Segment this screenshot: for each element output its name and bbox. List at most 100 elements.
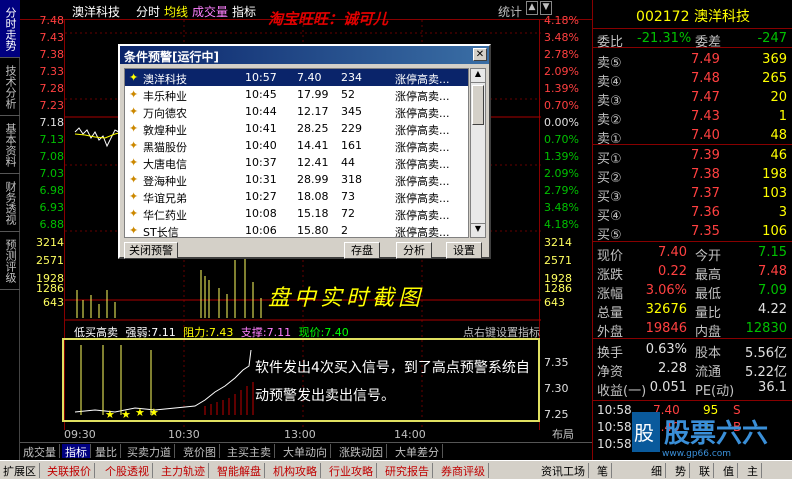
- tab-indicator[interactable]: 指标: [62, 444, 91, 459]
- book-row[interactable]: 卖③ 7.47 20: [593, 88, 792, 109]
- stat-value: 3.06%: [645, 283, 687, 298]
- stat-row: 外盘 19846 内盘 12830: [593, 319, 792, 340]
- dialog-titlebar[interactable]: 条件预警[运行中] ✕: [120, 46, 489, 64]
- axis-tick: 643: [544, 296, 565, 309]
- volume-label[interactable]: 成交量: [192, 3, 228, 20]
- status-main-track[interactable]: 主力轨迹: [158, 463, 209, 478]
- book-price: 7.43: [691, 109, 720, 124]
- scroll-up-icon[interactable]: ▲: [471, 69, 485, 83]
- alert-row[interactable]: ✦ 华仁药业 10:08 15.18 72 涨停高卖...: [125, 205, 468, 222]
- scroll-down-icon[interactable]: ▼: [471, 223, 485, 237]
- book-row[interactable]: 卖⑤ 7.49 369: [593, 50, 792, 71]
- stat-button[interactable]: 统计: [498, 3, 522, 20]
- book-price: 7.38: [691, 167, 720, 182]
- alert-row[interactable]: ✦ ST长信 10:06 15.80 2 涨停高卖...: [125, 222, 468, 237]
- tab-buy-sell-force[interactable]: 买卖力道: [124, 444, 175, 459]
- save-button[interactable]: 存盘: [344, 242, 380, 259]
- tab-volume[interactable]: 成交量: [20, 444, 60, 459]
- status-tab-value[interactable]: 值: [720, 463, 738, 478]
- scroll-up-icon[interactable]: ▲: [526, 1, 538, 15]
- book-row[interactable]: 卖① 7.40 48: [593, 126, 792, 147]
- status-news-factory[interactable]: 资讯工场: [538, 463, 589, 478]
- analyze-button[interactable]: 分析: [396, 242, 432, 259]
- alert-row[interactable]: ✦ 万向德农 10:44 12.17 345 涨停高卖...: [125, 103, 468, 120]
- tab-auction[interactable]: 竞价图: [180, 444, 220, 459]
- stock-terminal-window: { "left_tabs":["分时走势","技术分析","基本资料","财务透…: [0, 0, 792, 479]
- alert-row[interactable]: ✦ 敦煌种业 10:41 28.25 229 涨停高卖...: [125, 120, 468, 137]
- book-row[interactable]: 买③ 7.37 103: [593, 184, 792, 205]
- book-row[interactable]: 买① 7.39 46: [593, 146, 792, 167]
- status-tab-trend[interactable]: 势: [672, 463, 690, 478]
- stat-value: 2.28: [658, 361, 687, 376]
- status-ext-area[interactable]: 扩展区: [0, 463, 40, 478]
- status-tab-detail[interactable]: 细: [648, 463, 666, 478]
- status-tab-main[interactable]: 主: [744, 463, 762, 478]
- axis-tick: 3.48%: [544, 201, 579, 214]
- indicator-label[interactable]: 指标: [232, 3, 256, 20]
- alert-row[interactable]: ✦ 大唐电信 10:37 12.41 44 涨停高卖...: [125, 154, 468, 171]
- mode-label[interactable]: 分时: [136, 3, 160, 20]
- close-alert-button[interactable]: 关闭预警: [124, 242, 178, 259]
- stock-code: 002172: [636, 9, 690, 25]
- axis-tick: 2.09%: [544, 167, 579, 180]
- alert-list[interactable]: ✦ 澳洋科技 10:57 7.40 234 涨停高卖... ✦ 丰乐种业 10:45 17.99…: [124, 68, 469, 238]
- tab-volume-ratio[interactable]: 量比: [92, 444, 121, 459]
- tab-active-trades[interactable]: 主买主卖: [224, 444, 275, 459]
- left-tab-bar: 分时走势 技术分析 基本资料 财务透视 预测评级: [0, 0, 20, 460]
- tab-price-reasons[interactable]: 涨跌动因: [336, 444, 387, 459]
- tab-basic-info[interactable]: 基本资料: [0, 116, 20, 174]
- layout-button[interactable]: 布局: [552, 426, 574, 442]
- status-stock-insight[interactable]: 个股透视: [102, 463, 153, 478]
- book-volume: 3: [778, 205, 787, 220]
- stat-row: 净资 2.28 流通 5.22亿: [593, 359, 792, 380]
- axis-tick: 7.35: [544, 356, 569, 369]
- status-related-quotes[interactable]: 关联报价: [44, 463, 95, 478]
- status-institution[interactable]: 机构攻略: [270, 463, 321, 478]
- axis-tick: 643: [43, 296, 64, 309]
- axis-tick: 6.98: [39, 184, 65, 197]
- close-icon[interactable]: ✕: [473, 48, 487, 61]
- book-row[interactable]: 卖④ 7.48 265: [593, 69, 792, 90]
- weibi-row: 委比 -21.31% 委差 -247: [593, 28, 792, 50]
- stat-value: 7.48: [758, 264, 787, 279]
- book-row[interactable]: 买⑤ 7.35 106: [593, 222, 792, 243]
- book-price: 7.35: [691, 224, 720, 239]
- book-row[interactable]: 买④ 7.36 3: [593, 203, 792, 224]
- scroll-down-icon[interactable]: ▼: [540, 1, 552, 15]
- tab-big-orders[interactable]: 大单动向: [280, 444, 331, 459]
- stat-value: 0.051: [649, 380, 687, 395]
- tab-technical[interactable]: 技术分析: [0, 58, 20, 116]
- status-tab-trades[interactable]: 笔: [594, 463, 612, 478]
- axis-tick: 2.79%: [544, 184, 579, 197]
- stat-value: 0.22: [658, 264, 687, 279]
- alert-row[interactable]: ✦ 登海种业 10:31 28.99 318 涨停高卖...: [125, 171, 468, 188]
- tab-forecast[interactable]: 预测评级: [0, 232, 20, 290]
- axis-tick: 0.70%: [544, 133, 579, 146]
- status-industry[interactable]: 行业攻略: [326, 463, 377, 478]
- status-tab-link[interactable]: 联: [696, 463, 714, 478]
- book-row[interactable]: 卖② 7.43 1: [593, 107, 792, 128]
- axis-tick: 3214: [36, 236, 64, 249]
- alert-row[interactable]: ✦ 澳洋科技 10:57 7.40 234 涨停高卖...: [125, 69, 468, 86]
- stats2-divider: [593, 338, 792, 339]
- volume-bars: [76, 256, 262, 318]
- stat-value: 7.40: [658, 245, 687, 260]
- alert-row[interactable]: ✦ 黑猫股份 10:40 14.41 161 涨停高卖...: [125, 137, 468, 154]
- avg-line-label[interactable]: 均线: [164, 3, 188, 20]
- stats-divider: [593, 241, 792, 242]
- book-price: 7.49: [691, 52, 720, 67]
- book-row[interactable]: 买② 7.38 198: [593, 165, 792, 186]
- status-broker-rating[interactable]: 券商评级: [438, 463, 489, 478]
- scroll-thumb[interactable]: [472, 85, 484, 125]
- axis-tick: 1286: [544, 282, 572, 295]
- status-research[interactable]: 研究报告: [382, 463, 433, 478]
- alert-row[interactable]: ✦ 丰乐种业 10:45 17.99 52 涨停高卖...: [125, 86, 468, 103]
- book-price: 7.47: [691, 90, 720, 105]
- status-smart-analysis[interactable]: 智能解盘: [214, 463, 265, 478]
- settings-button[interactable]: 设置: [446, 242, 482, 259]
- alert-list-scrollbar[interactable]: ▲ ▼: [470, 68, 486, 238]
- tab-big-order-diff[interactable]: 大单差分: [392, 444, 443, 459]
- alert-row[interactable]: ✦ 华谊兄弟 10:27 18.08 73 涨停高卖...: [125, 188, 468, 205]
- tab-timeshare[interactable]: 分时走势: [0, 0, 20, 58]
- tab-finance[interactable]: 财务透视: [0, 174, 20, 232]
